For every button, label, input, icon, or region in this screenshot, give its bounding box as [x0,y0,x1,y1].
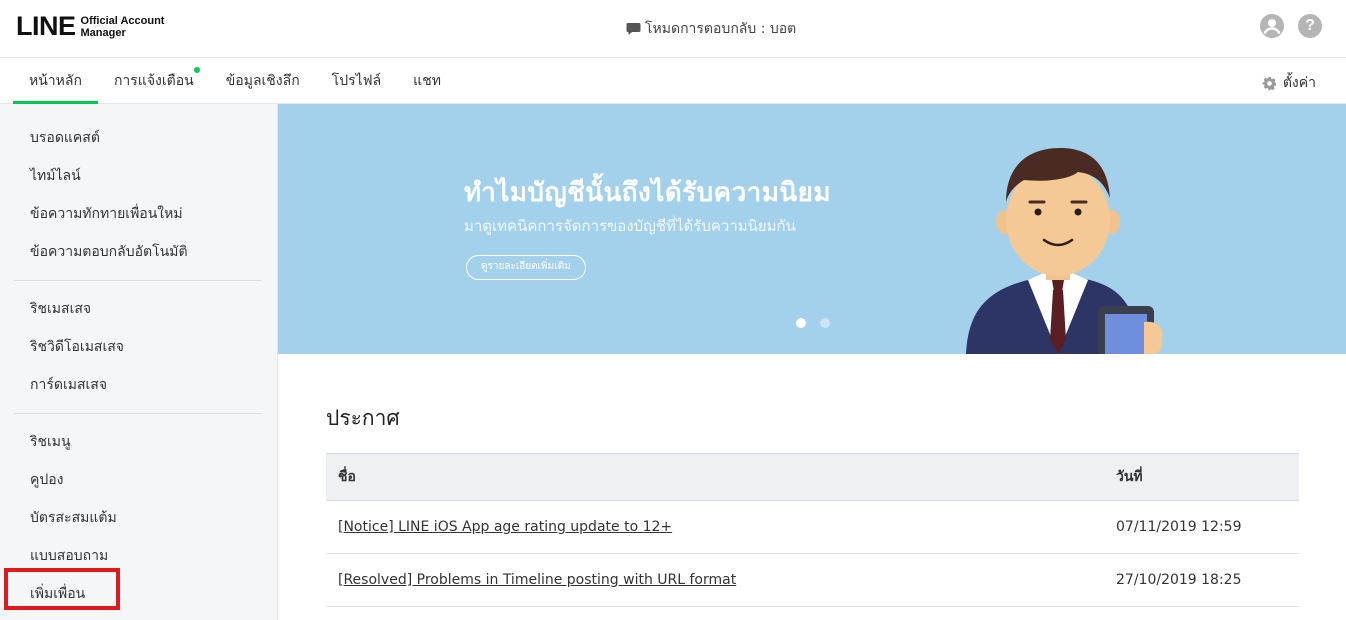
settings-link[interactable]: ตั้งค่า [1262,72,1316,94]
sidebar-item[interactable]: ไทม์ไลน์ [0,157,277,195]
tab-label: โปรไฟล์ [331,73,382,89]
chat-bubble-icon [626,23,641,35]
businessman-illustration [966,148,1163,354]
top-header: LINE Official Account Manager โหมดการตอบ… [0,0,1346,58]
sidebar-item[interactable]: ริชวิดีโอเมสเสจ [0,328,277,366]
carousel-dot[interactable] [820,318,830,328]
tab-4[interactable]: แชท [397,58,457,104]
person-icon [1263,19,1281,35]
announcement-link[interactable]: [Resolved] Problems in Timeline posting … [338,572,736,588]
announcement-link[interactable]: [Notice] LINE iOS App age rating update … [338,519,672,535]
table-row: [Notice] LINE iOS App age rating update … [326,501,1299,554]
announcement-date: 07/11/2019 12:59 [1116,519,1242,535]
sidebar-item[interactable]: ริชเมนู [0,423,277,461]
account-icon[interactable] [1260,14,1284,38]
tab-label: ข้อมูลเชิงลึก [225,73,300,89]
gear-icon [1262,76,1276,90]
help-glyph: ? [1305,17,1315,34]
tab-label: หน้าหลัก [29,73,82,89]
tab-2[interactable]: ข้อมูลเชิงลึก [210,58,316,104]
sidebar-item[interactable]: บรอดแคสต์ [0,119,277,157]
tab-3[interactable]: โปรไฟล์ [316,58,397,104]
sidebar-item[interactable]: การ์ดเมสเสจ [0,366,277,404]
banner-subtitle: มาดูเทคนิคการจัดการของบัญชีที่ได้รับความ… [464,217,796,235]
sidebar: บรอดแคสต์ ไทม์ไลน์ ข้อความทักทายเพื่อนใหม่… [0,104,278,620]
banner-title: ทำไมบัญชีนั้นถึงได้รับความนิยม [464,178,832,208]
notification-badge [193,67,200,73]
logo-main-text: LINE [16,11,76,41]
carousel-dots [796,318,830,328]
logo-sub-line-1: Official Account [80,14,165,27]
promo-banner[interactable]: ทำไมบัญชีนั้นถึงได้รับความนิยม มาดูเทคนิ… [278,104,1346,354]
sidebar-item[interactable]: คูปอง [0,461,277,499]
announcements-table: ชื่อ วันที่ [Notice] LINE iOS App age ra… [326,453,1299,607]
tab-label: การแจ้งเตือน [113,73,194,89]
help-icon[interactable]: ? [1298,14,1322,38]
announcement-date: 27/10/2019 18:25 [1116,572,1242,588]
table-row: [Resolved] Problems in Timeline posting … [326,554,1299,607]
banner-details-button[interactable]: ดูรายละเอียดเพิ่มเติม [466,255,586,280]
sidebar-item[interactable]: บัตรสะสมแต้ม [0,499,277,537]
logo-sub-text: Official Account Manager [81,15,165,39]
sidebar-divider [14,280,261,281]
tab-0[interactable]: หน้าหลัก [13,58,98,104]
tab-1[interactable]: การแจ้งเตือน [98,58,210,104]
header-date: วันที่ [1116,469,1143,485]
sidebar-item[interactable]: ข้อความทักทายเพื่อนใหม่ [0,195,277,233]
main-nav: หน้าหลัก การแจ้งเตือน ข้อมูลเชิงลึก โปรไฟล์… [0,58,1346,104]
settings-label: ตั้งค่า [1282,75,1316,91]
table-header: ชื่อ วันที่ [326,453,1299,501]
reply-mode-indicator[interactable]: โหมดการตอบกลับ : บอต [626,18,796,40]
logo-sub-line-2: Manager [80,26,126,39]
sidebar-item[interactable]: แบบสอบถาม [0,537,277,575]
tab-label: แชท [413,73,441,89]
announcements-title: ประกาศ [326,406,400,430]
sidebar-item[interactable]: ข้อความตอบกลับอัตโนมัติ [0,233,277,271]
carousel-dot[interactable] [796,318,806,328]
sidebar-divider [14,413,261,414]
header-name: ชื่อ [338,469,356,485]
reply-mode-text: โหมดการตอบกลับ : บอต [645,21,797,37]
line-oa-logo[interactable]: LINE Official Account Manager [16,13,164,40]
sidebar-item[interactable]: เพิ่มเพื่อน [0,575,277,613]
sidebar-item[interactable]: ริชเมสเสจ [0,290,277,328]
